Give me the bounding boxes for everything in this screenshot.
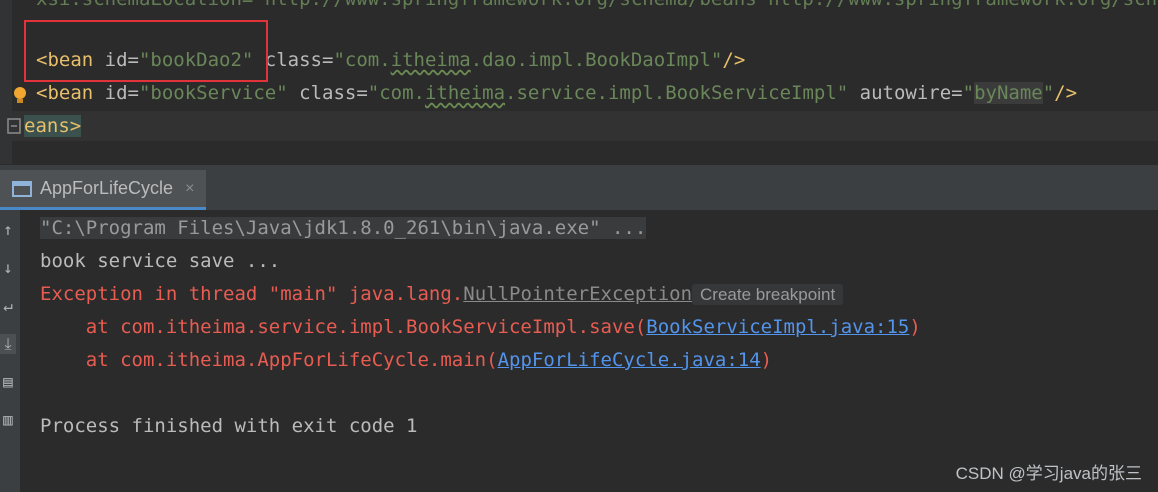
soft-wrap-icon[interactable]: ↵ xyxy=(0,296,16,316)
code-editor[interactable]: xsi:schemaLocation="http://www.springfra… xyxy=(0,0,1158,164)
class-value-rest: .service.impl.BookServiceImpl" xyxy=(505,82,849,104)
console-output-line: book service save ... xyxy=(40,250,281,272)
up-arrow-icon[interactable]: ↑ xyxy=(0,220,16,240)
class-value-pkg: itheima xyxy=(390,49,471,71)
highlight-box xyxy=(24,20,268,82)
tag-open: <bean xyxy=(36,82,94,104)
trace-prefix: at com.itheima.service.impl.BookServiceI… xyxy=(40,316,647,338)
fold-icon[interactable] xyxy=(6,117,22,135)
tag-close: /> xyxy=(722,49,746,71)
source-link[interactable]: BookServiceImpl.java:15 xyxy=(646,316,909,338)
editor-gutter xyxy=(0,0,12,164)
down-arrow-icon[interactable]: ↓ xyxy=(0,258,16,278)
autowire-value: byName xyxy=(974,82,1043,104)
trash-icon[interactable]: ▥ xyxy=(0,410,16,430)
create-breakpoint-button[interactable]: Create breakpoint xyxy=(692,284,844,305)
beans-close-tag: eans> xyxy=(24,115,82,137)
current-line-highlight xyxy=(12,111,1158,141)
trace-suffix: ) xyxy=(760,349,773,371)
console-icon xyxy=(12,180,32,197)
tab-label: AppForLifeCycle xyxy=(40,178,174,198)
code-line-partial: xsi:schemaLocation="http://www.springfra… xyxy=(36,0,1158,14)
class-value-start: "com. xyxy=(367,82,425,104)
tab-appforlifecycle[interactable]: AppForLifeCycle × xyxy=(0,170,207,210)
class-value-start: "com. xyxy=(333,49,391,71)
trace-suffix: ) xyxy=(909,316,921,338)
attr-id: id= xyxy=(93,82,139,104)
stack-trace-line: at com.itheima.AppForLifeCycle.main(AppF… xyxy=(40,345,772,375)
print-icon[interactable]: ▤ xyxy=(0,372,16,392)
code-line-bookservice[interactable]: <bean id="bookService" class="com.itheim… xyxy=(36,78,1077,108)
exception-line: Exception in thread "main" java.lang.Nul… xyxy=(40,279,844,309)
close-icon[interactable]: × xyxy=(185,180,194,198)
id-value: "bookService" xyxy=(138,82,288,104)
console-toolbar: ↑ ↓ ↵ ⤓ ▤ ▥ xyxy=(0,210,20,492)
attr-class: class= xyxy=(287,82,368,104)
exit-message: Process finished with exit code 1 xyxy=(40,415,418,437)
exception-prefix: Exception in thread "main" java.lang. xyxy=(40,283,464,305)
console-command-line: "C:\Program Files\Java\jdk1.8.0_261\bin\… xyxy=(40,213,647,243)
exception-class-link[interactable]: NullPointerException xyxy=(463,283,692,305)
scroll-to-end-icon[interactable]: ⤓ xyxy=(0,334,16,354)
stack-trace-line: at com.itheima.service.impl.BookServiceI… xyxy=(40,312,921,342)
autowire-quote-close: " xyxy=(1042,82,1055,104)
trace-prefix: at com.itheima.AppForLifeCycle.main( xyxy=(40,349,498,371)
class-value-pkg: itheima xyxy=(424,82,506,104)
source-link[interactable]: AppForLifeCycle.java:14 xyxy=(498,349,761,371)
watermark: CSDN @学习java的张三 xyxy=(955,464,1142,483)
console-output[interactable]: ↑ ↓ ↵ ⤓ ▤ ▥ "C:\Program Files\Java\jdk1.… xyxy=(0,210,1158,492)
run-tool-window-header: AppForLifeCycle × xyxy=(0,170,1158,211)
code-line-beans-close[interactable]: eans> xyxy=(24,111,82,141)
tag-close: /> xyxy=(1054,82,1078,104)
attr-autowire: autowire= xyxy=(848,82,963,104)
lightbulb-icon[interactable] xyxy=(12,86,28,106)
java-command: "C:\Program Files\Java\jdk1.8.0_261\bin\… xyxy=(40,217,647,239)
class-value-rest: .dao.impl.BookDaoImpl" xyxy=(470,49,723,71)
autowire-quote-open: " xyxy=(962,82,975,104)
